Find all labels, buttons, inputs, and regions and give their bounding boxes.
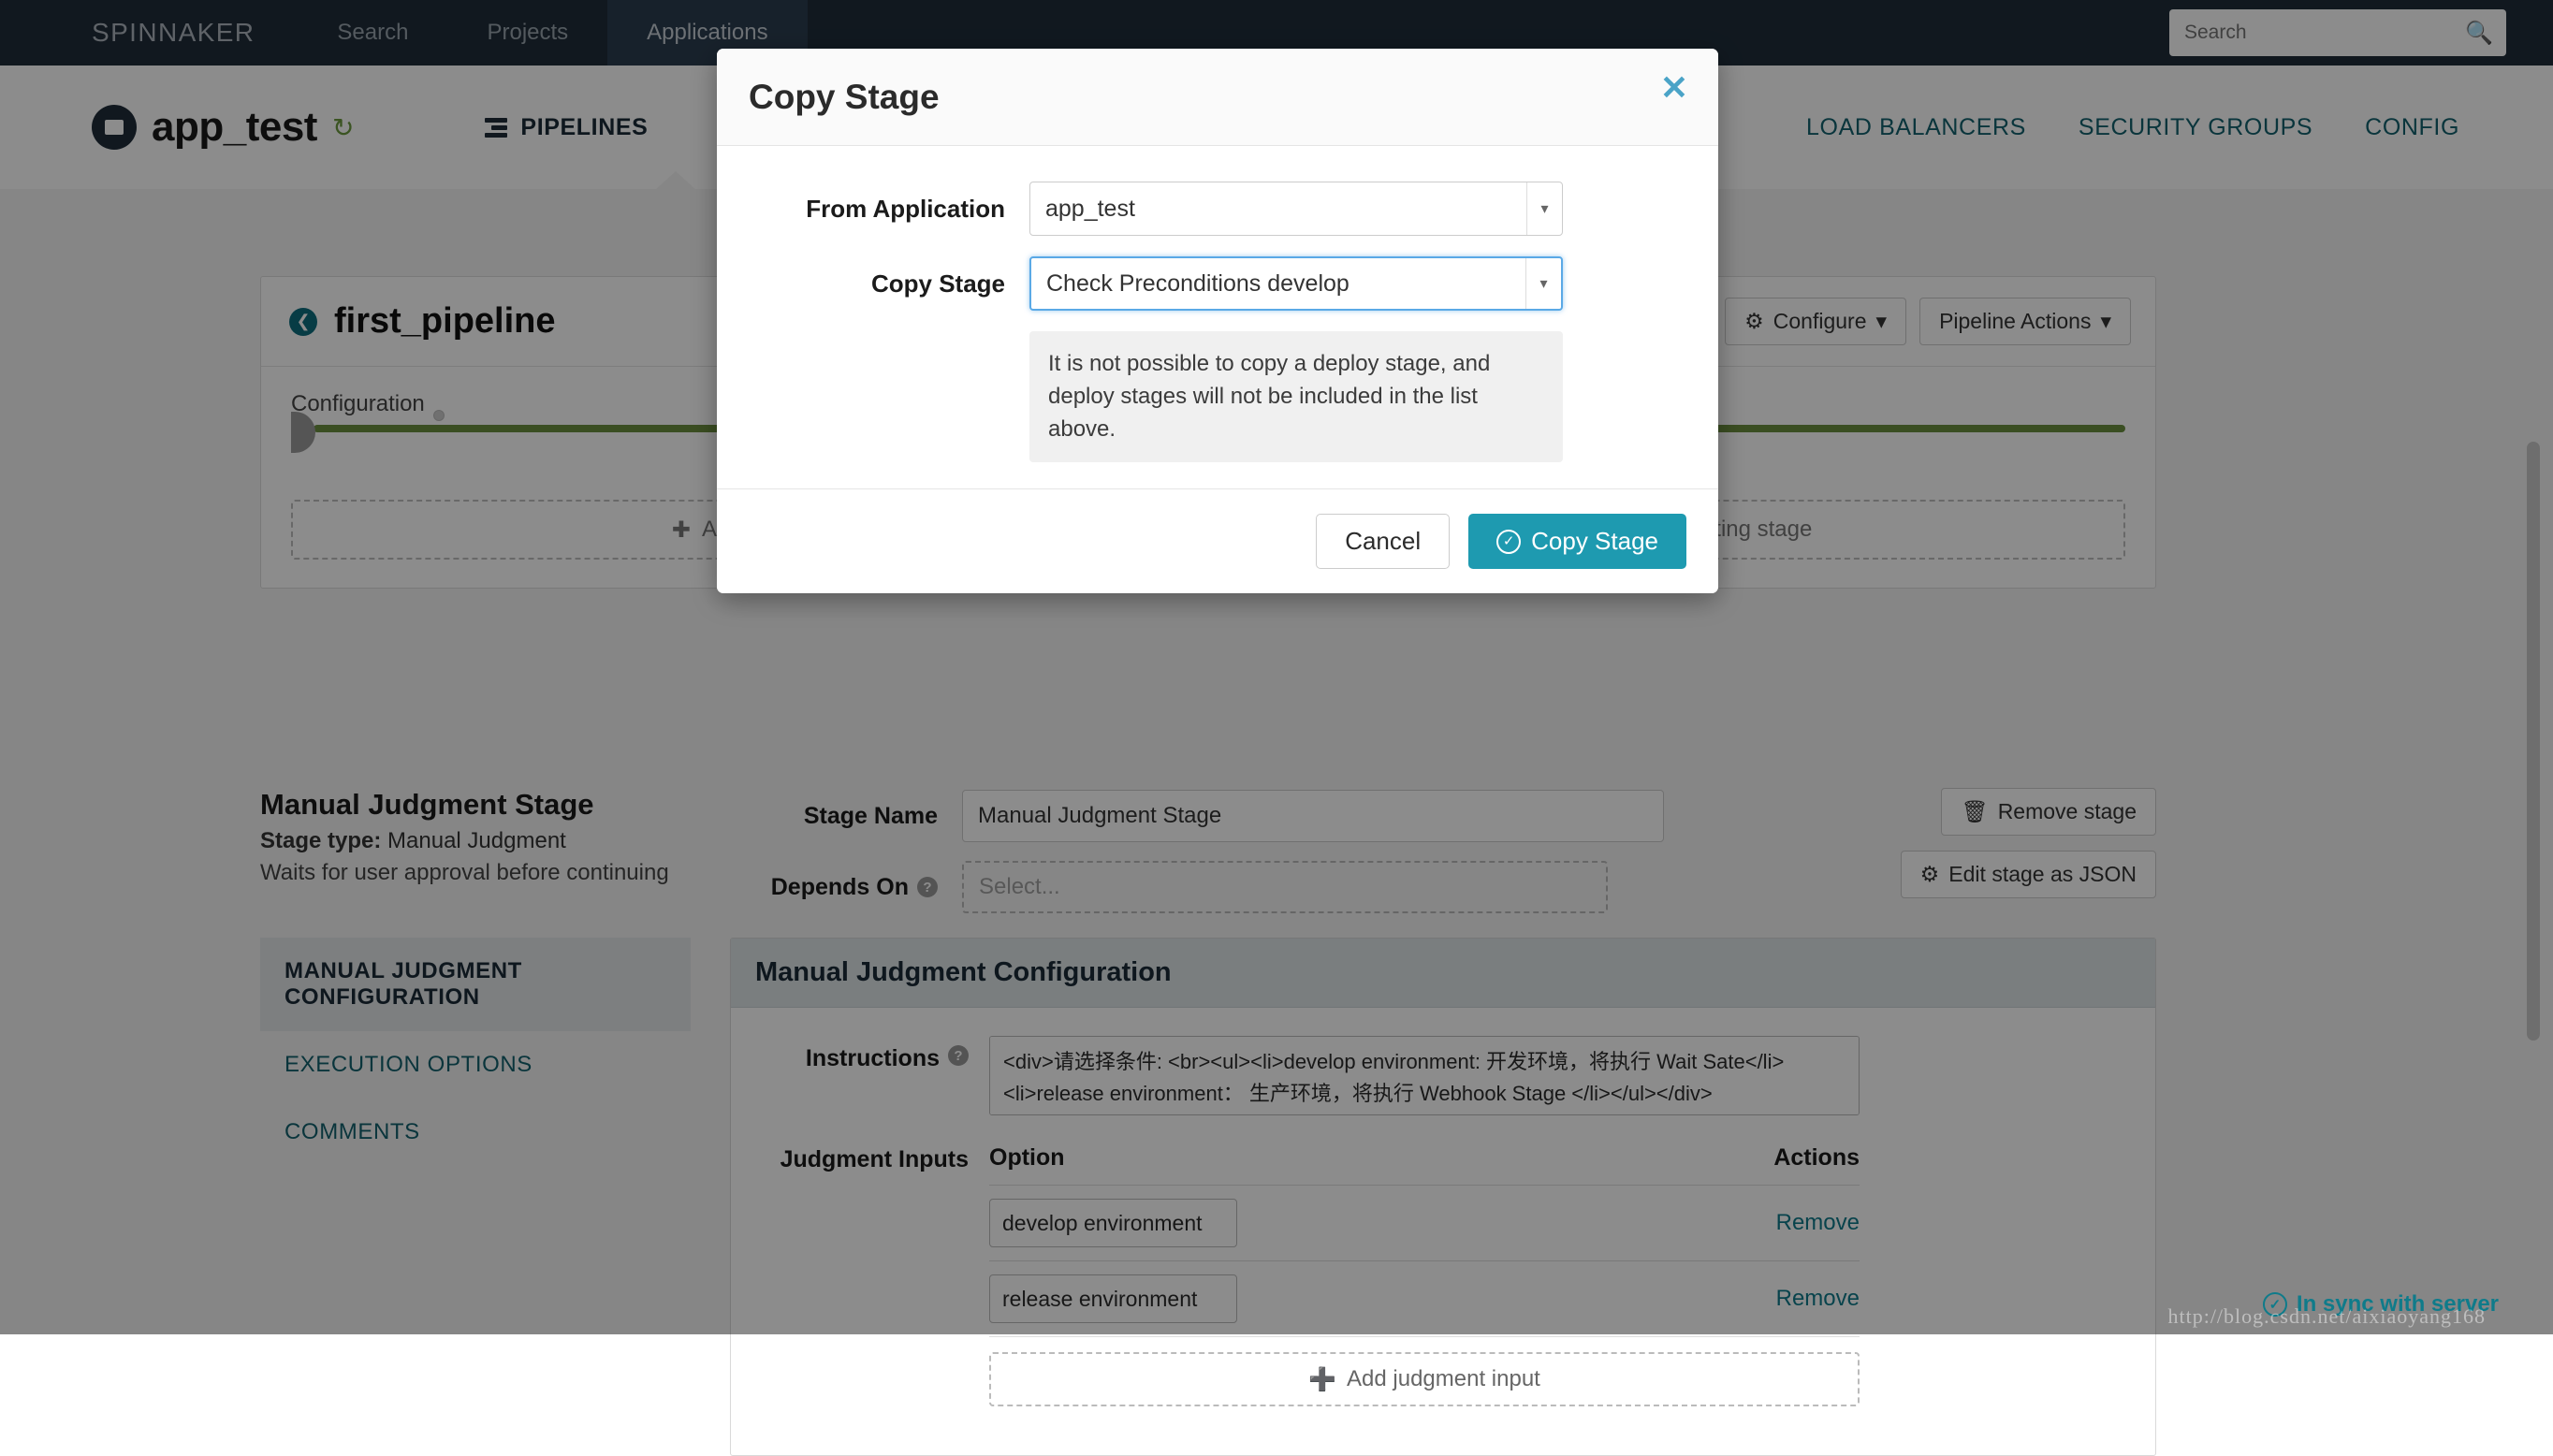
check-circle-icon: ✓ <box>1496 529 1522 554</box>
from-application-label: From Application <box>806 194 1005 223</box>
modal-body: From Application app_test ▾ Copy Stage C… <box>717 146 1718 488</box>
plus-circle-icon: ➕ <box>1308 1366 1337 1392</box>
add-judgment-input-button[interactable]: ➕ Add judgment input <box>989 1352 1860 1406</box>
copy-stage-select[interactable]: Check Preconditions develop ▾ <box>1029 256 1563 311</box>
chevron-down-icon: ▾ <box>1525 258 1561 309</box>
modal-footer: Cancel ✓ Copy Stage <box>717 488 1718 594</box>
cancel-button[interactable]: Cancel <box>1316 514 1451 570</box>
add-judgment-input-row: ➕ Add judgment input <box>989 1336 1860 1406</box>
from-application-row: From Application app_test ▾ <box>749 182 1686 236</box>
copy-stage-value: Check Preconditions develop <box>1046 269 1349 297</box>
copy-stage-row: Copy Stage Check Preconditions develop ▾ <box>749 256 1686 311</box>
from-application-value: app_test <box>1045 195 1135 222</box>
modal-header: Copy Stage ✕ <box>717 49 1718 146</box>
copy-stage-submit-label: Copy Stage <box>1531 527 1658 556</box>
watermark-text: http://blog.csdn.net/aixiaoyang168 <box>2167 1304 2486 1328</box>
copy-stage-label: Copy Stage <box>870 269 1005 298</box>
from-application-select[interactable]: app_test ▾ <box>1029 182 1563 236</box>
modal-title: Copy Stage <box>749 77 940 116</box>
add-judgment-input-label: Add judgment input <box>1347 1366 1540 1391</box>
chevron-down-icon: ▾ <box>1526 182 1562 235</box>
copy-stage-modal: Copy Stage ✕ From Application app_test ▾… <box>717 49 1718 594</box>
copy-stage-submit-button[interactable]: ✓ Copy Stage <box>1468 514 1686 570</box>
close-icon[interactable]: ✕ <box>1660 71 1688 105</box>
modal-note: It is not possible to copy a deploy stag… <box>1029 331 1563 463</box>
